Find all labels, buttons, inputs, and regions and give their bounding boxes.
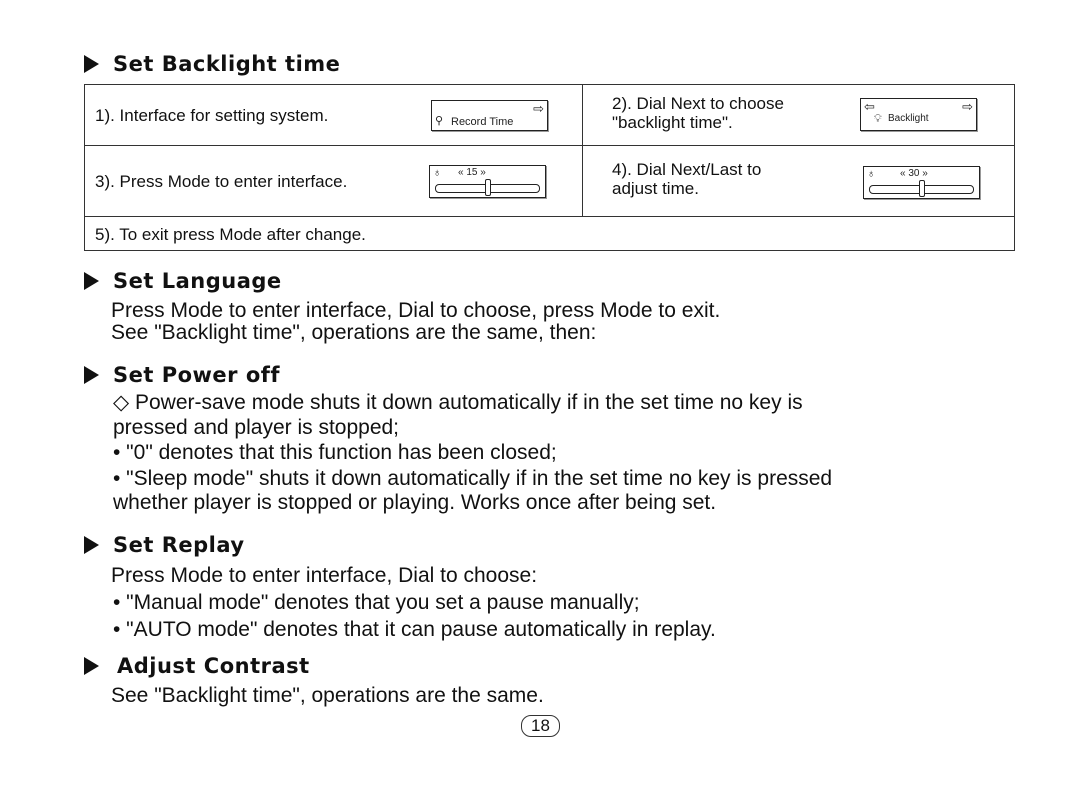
step-1-text: 1). Interface for setting system. — [95, 106, 329, 125]
chevron-left-icon: « — [458, 167, 464, 178]
power-off-line-2: pressed and player is stopped; — [113, 416, 400, 439]
heading-text: Adjust Contrast — [117, 654, 310, 678]
replay-line-3: • "AUTO mode" denotes that it can pause … — [113, 618, 716, 641]
step-cell-5: 5). To exit press Mode after change. — [84, 216, 1015, 251]
lcd-slider-screen-30: ♁ « 30 » — [863, 166, 980, 199]
heading-set-backlight-time: Set Backlight time — [84, 52, 340, 76]
step-5-text: 5). To exit press Mode after change. — [95, 225, 366, 244]
lcd-record-time-screen: ⇨ ⚲ Record Time — [431, 100, 548, 131]
slider-knob — [484, 179, 491, 196]
lcd-label: Record Time — [451, 116, 514, 128]
value-readout: « 15 » — [458, 167, 486, 178]
bulb-icon: 💡︎ — [874, 113, 882, 125]
power-off-line-5: whether player is stopped or playing. Wo… — [113, 491, 717, 514]
triangle-bullet-icon — [84, 272, 99, 290]
page-number: 18 — [521, 715, 560, 737]
contrast-line-1: See "Backlight time", operations are the… — [111, 684, 544, 707]
heading-text: Set Replay — [113, 533, 245, 557]
lcd-backlight-screen: ⇦ ⇨ 💡︎ Backlight — [860, 98, 977, 131]
heading-text: Set Language — [113, 269, 282, 293]
bulb-icon: ♁ — [867, 168, 876, 180]
step-2-text-line-2: "backlight time". — [612, 113, 733, 132]
heading-set-power-off: Set Power off — [84, 363, 280, 387]
step-2-text-line-1: 2). Dial Next to choose — [612, 94, 784, 113]
power-off-line-4: • "Sleep mode" shuts it down automatical… — [113, 467, 833, 490]
chevron-left-icon: « — [900, 168, 906, 179]
heading-adjust-contrast: Adjust Contrast — [84, 654, 310, 678]
value-text: 15 — [466, 167, 478, 178]
heading-set-replay: Set Replay — [84, 533, 245, 557]
heading-text: Set Power off — [113, 363, 281, 387]
step-4-text-line-2: adjust time. — [612, 179, 699, 198]
right-arrow-icon: ⇨ — [533, 101, 544, 116]
language-line-1: Press Mode to enter interface, Dial to c… — [111, 299, 721, 322]
replay-line-1: Press Mode to enter interface, Dial to c… — [111, 564, 538, 587]
step-4-text-line-1: 4). Dial Next/Last to — [612, 160, 762, 179]
value-text: 30 — [908, 168, 920, 179]
step-cell-3: 3). Press Mode to enter interface. ♁ « 1… — [84, 145, 583, 217]
record-icon: ⚲ — [435, 115, 444, 127]
step-cell-1: 1). Interface for setting system. ⇨ ⚲ Re… — [84, 84, 583, 146]
triangle-bullet-icon — [84, 55, 99, 73]
triangle-bullet-icon — [84, 657, 99, 675]
chevron-right-icon: » — [480, 167, 486, 178]
backlight-steps-table: 1). Interface for setting system. ⇨ ⚲ Re… — [84, 84, 1015, 251]
heading-text: Set Backlight time — [113, 52, 341, 76]
bulb-icon: ♁ — [433, 167, 442, 179]
power-off-line-3: • "0" denotes that this function has bee… — [113, 441, 557, 464]
replay-line-2: • "Manual mode" denotes that you set a p… — [113, 591, 640, 614]
slider-knob — [918, 180, 925, 197]
step-cell-4: 4). Dial Next/Last to adjust time. ♁ « 3… — [582, 145, 1015, 217]
triangle-bullet-icon — [84, 366, 99, 384]
triangle-bullet-icon — [84, 536, 99, 554]
lcd-label: Backlight — [888, 113, 929, 124]
heading-set-language: Set Language — [84, 269, 282, 293]
step-cell-2: 2). Dial Next to choose "backlight time"… — [582, 84, 1015, 146]
right-arrow-icon: ⇨ — [962, 99, 973, 114]
language-line-2: See "Backlight time", operations are the… — [111, 321, 597, 344]
value-readout: « 30 » — [900, 168, 928, 179]
left-arrow-icon: ⇦ — [864, 99, 875, 114]
step-3-text: 3). Press Mode to enter interface. — [95, 172, 348, 191]
lcd-slider-screen-15: ♁ « 15 » — [429, 165, 546, 198]
power-off-line-1: ◇ Power-save mode shuts it down automati… — [113, 391, 803, 414]
chevron-right-icon: » — [922, 168, 928, 179]
